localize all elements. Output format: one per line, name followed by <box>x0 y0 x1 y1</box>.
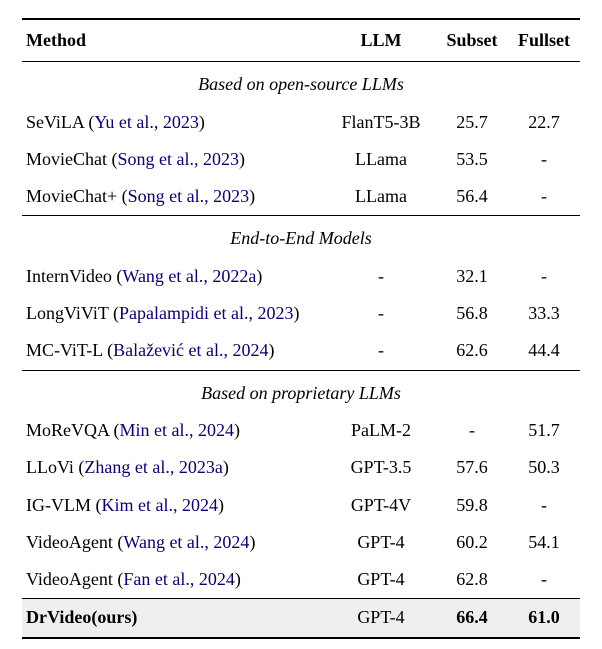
table-row: MC-ViT-L (Balažević et al., 2024) - 62.6… <box>22 332 580 370</box>
table-row: LongViViT (Papalampidi et al., 2023) - 5… <box>22 295 580 332</box>
llm-cell: PaLM-2 <box>326 412 436 449</box>
citation: Wang et al., 2022a <box>122 266 256 286</box>
citation: Balažević et al., 2024 <box>113 340 268 360</box>
citation: Song et al., 2023 <box>118 149 240 169</box>
citation: Min et al., 2024 <box>120 420 235 440</box>
table-row: VideoAgent (Wang et al., 2024) GPT-4 60.… <box>22 524 580 561</box>
fullset-cell: 54.1 <box>508 524 580 561</box>
fullset-cell: 22.7 <box>508 104 580 141</box>
citation: Kim et al., 2024 <box>102 495 218 515</box>
subset-cell: 59.8 <box>436 487 508 524</box>
llm-cell: GPT-3.5 <box>326 449 436 486</box>
section-label: End-to-End Models <box>22 216 580 258</box>
llm-cell: - <box>326 332 436 370</box>
method-name: DrVideo(ours) <box>22 599 326 638</box>
subset-cell: 56.8 <box>436 295 508 332</box>
subset-cell: - <box>436 412 508 449</box>
method-name: InternVideo <box>26 266 112 286</box>
fullset-cell: 61.0 <box>508 599 580 638</box>
subset-cell: 53.5 <box>436 141 508 178</box>
method-name: LLoVi <box>26 457 74 477</box>
fullset-cell: - <box>508 141 580 178</box>
subset-cell: 62.6 <box>436 332 508 370</box>
llm-cell: LLama <box>326 178 436 216</box>
fullset-cell: 50.3 <box>508 449 580 486</box>
fullset-cell: 33.3 <box>508 295 580 332</box>
citation: Wang et al., 2024 <box>123 532 249 552</box>
table-row: MovieChat (Song et al., 2023) LLama 53.5… <box>22 141 580 178</box>
fullset-cell: - <box>508 561 580 599</box>
table-row: InternVideo (Wang et al., 2022a) - 32.1 … <box>22 258 580 295</box>
subset-cell: 57.6 <box>436 449 508 486</box>
col-subset: Subset <box>436 19 508 62</box>
table-row: MoReVQA (Min et al., 2024) PaLM-2 - 51.7 <box>22 412 580 449</box>
llm-cell: GPT-4 <box>326 561 436 599</box>
method-name: IG-VLM <box>26 495 91 515</box>
llm-cell: LLama <box>326 141 436 178</box>
subset-cell: 66.4 <box>436 599 508 638</box>
col-method: Method <box>22 19 326 62</box>
method-name: VideoAgent <box>26 569 113 589</box>
table-row: SeViLA (Yu et al., 2023) FlanT5-3B 25.7 … <box>22 104 580 141</box>
llm-cell: GPT-4 <box>326 599 436 638</box>
table-row: LLoVi (Zhang et al., 2023a) GPT-3.5 57.6… <box>22 449 580 486</box>
llm-cell: - <box>326 258 436 295</box>
method-name: LongViViT <box>26 303 109 323</box>
fullset-cell: - <box>508 178 580 216</box>
citation: Papalampidi et al., 2023 <box>119 303 293 323</box>
table-row: IG-VLM (Kim et al., 2024) GPT-4V 59.8 - <box>22 487 580 524</box>
fullset-cell: - <box>508 258 580 295</box>
subset-cell: 25.7 <box>436 104 508 141</box>
ours-row: DrVideo(ours) GPT-4 66.4 61.0 <box>22 599 580 638</box>
table-row: MovieChat+ (Song et al., 2023) LLama 56.… <box>22 178 580 216</box>
llm-cell: FlanT5-3B <box>326 104 436 141</box>
fullset-cell: - <box>508 487 580 524</box>
method-name: VideoAgent <box>26 532 113 552</box>
section-label: Based on open-source LLMs <box>22 62 580 104</box>
citation: Zhang et al., 2023a <box>84 457 222 477</box>
results-table: Method LLM Subset Fullset Based on open-… <box>22 18 580 639</box>
method-name: MovieChat <box>26 149 107 169</box>
citation: Yu et al., 2023 <box>94 112 198 132</box>
citation: Song et al., 2023 <box>128 186 250 206</box>
table-row: VideoAgent (Fan et al., 2024) GPT-4 62.8… <box>22 561 580 599</box>
fullset-cell: 51.7 <box>508 412 580 449</box>
subset-cell: 56.4 <box>436 178 508 216</box>
llm-cell: - <box>326 295 436 332</box>
llm-cell: GPT-4V <box>326 487 436 524</box>
col-llm: LLM <box>326 19 436 62</box>
llm-cell: GPT-4 <box>326 524 436 561</box>
subset-cell: 32.1 <box>436 258 508 295</box>
subset-cell: 60.2 <box>436 524 508 561</box>
method-name: MovieChat+ <box>26 186 117 206</box>
method-name: MC-ViT-L <box>26 340 103 360</box>
col-fullset: Fullset <box>508 19 580 62</box>
fullset-cell: 44.4 <box>508 332 580 370</box>
citation: Fan et al., 2024 <box>123 569 234 589</box>
method-name: SeViLA <box>26 112 84 132</box>
method-name: MoReVQA <box>26 420 109 440</box>
subset-cell: 62.8 <box>436 561 508 599</box>
section-label: Based on proprietary LLMs <box>22 370 580 412</box>
